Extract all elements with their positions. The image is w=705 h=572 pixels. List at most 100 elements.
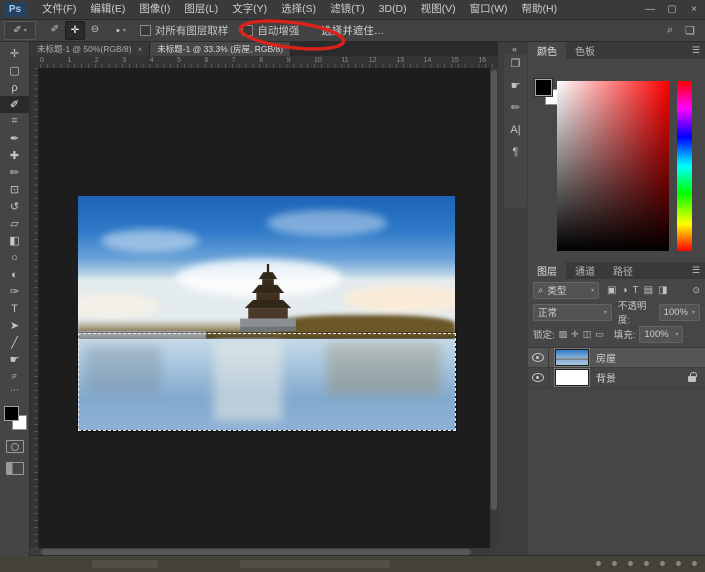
- lasso-tool[interactable]: ρ: [0, 79, 29, 96]
- tab-color[interactable]: 颜色: [528, 42, 566, 59]
- filter-adjustment-layers-icon[interactable]: ◑: [621, 285, 627, 296]
- auto-enhance-label: 自动增强: [257, 23, 299, 38]
- chevron-down-icon: ▾: [604, 309, 607, 316]
- pen-tool[interactable]: ✑: [0, 283, 29, 300]
- layer-row-background[interactable]: 背景: [528, 368, 705, 388]
- history-brush-tool[interactable]: ↺: [0, 198, 29, 215]
- type-tool[interactable]: T: [0, 300, 29, 317]
- panel-menu-icon[interactable]: ☰: [692, 42, 700, 59]
- menu-item-8[interactable]: 视图(V): [414, 0, 463, 19]
- layer-visibility-toggle[interactable]: [528, 348, 549, 367]
- menu-item-0[interactable]: 文件(F): [35, 0, 83, 19]
- tab-swatches[interactable]: 色板: [566, 42, 604, 59]
- dodge-tool[interactable]: ◐: [0, 266, 29, 283]
- menu-item-7[interactable]: 3D(D): [372, 0, 414, 19]
- maximize-button[interactable]: ▢: [661, 0, 683, 19]
- workspace-switcher-icon[interactable]: ❏: [685, 24, 695, 37]
- filter-pin-icon[interactable]: ⊙: [692, 285, 700, 296]
- quick-mask-icon[interactable]: [6, 440, 24, 453]
- ruler-number: 15: [451, 57, 459, 64]
- menu-item-6[interactable]: 滤镜(T): [323, 0, 371, 19]
- brush-tool[interactable]: ✏: [0, 164, 29, 181]
- lock-artboard-icon[interactable]: ▭: [595, 329, 604, 340]
- edit-toolbar-icon[interactable]: ⋯: [10, 385, 19, 399]
- lock-pixels-icon[interactable]: ✛: [571, 329, 579, 340]
- menu-item-4[interactable]: 文字(Y): [225, 0, 274, 19]
- vertical-scrollbar[interactable]: [490, 68, 498, 548]
- new-selection-icon[interactable]: ✐: [46, 21, 64, 38]
- crop-tool[interactable]: ⌗: [0, 113, 29, 130]
- auto-enhance-checkbox[interactable]: 自动增强: [242, 23, 299, 38]
- layer-filter-type-dropdown[interactable]: ⌕ 类型 ▾: [533, 282, 599, 299]
- foreground-color-swatch[interactable]: [4, 406, 19, 421]
- properties-panel-icon[interactable]: ❐: [511, 58, 521, 70]
- tab-paths[interactable]: 路径: [604, 262, 642, 279]
- add-to-selection-icon[interactable]: ✛: [65, 21, 85, 40]
- learn-panel-icon[interactable]: ☛: [511, 80, 521, 92]
- layers-panel: 图层 通道 路径 ☰ ⌕ 类型 ▾ ▣◑T▤◨ ⊙ 正常: [528, 262, 705, 556]
- sample-all-layers-checkbox[interactable]: 对所有图层取样: [140, 23, 229, 38]
- fill-input[interactable]: 100% ▾: [639, 326, 683, 343]
- panel-menu-icon[interactable]: ☰: [692, 262, 700, 279]
- layer-visibility-toggle[interactable]: [528, 368, 549, 387]
- vertical-ruler: [30, 68, 39, 548]
- collapse-panels-icon[interactable]: «: [512, 44, 517, 54]
- hand-tool[interactable]: ☛: [0, 351, 29, 368]
- gradient-tool[interactable]: ◧: [0, 232, 29, 249]
- ruler-number: 9: [287, 57, 291, 64]
- marquee-tool[interactable]: ▢: [0, 62, 29, 79]
- tool-preset-picker[interactable]: ✐ ▾: [4, 21, 36, 40]
- filter-group-layers-icon[interactable]: ▤: [644, 285, 653, 296]
- blur-tool[interactable]: ○: [0, 249, 29, 266]
- layer-row-house[interactable]: 房屋: [528, 348, 705, 368]
- ruler-number: 5: [177, 57, 181, 64]
- line-tool[interactable]: ╱: [0, 334, 29, 351]
- move-tool[interactable]: ✛: [0, 45, 29, 62]
- blend-mode-dropdown[interactable]: 正常 ▾: [533, 304, 612, 321]
- document-tab[interactable]: 未标题-1 @ 50%(RGB/8) ×: [30, 42, 150, 56]
- search-icon[interactable]: ⌕: [667, 24, 673, 37]
- lock-position-icon[interactable]: ◫: [583, 329, 592, 340]
- menu-item-9[interactable]: 窗口(W): [463, 0, 515, 19]
- menu-item-5[interactable]: 选择(S): [274, 0, 323, 19]
- menu-item-2[interactable]: 图像(I): [132, 0, 177, 19]
- bottom-taskbar-strip: [0, 555, 705, 572]
- select-and-mask-button[interactable]: 选择并遮住…: [315, 21, 390, 40]
- healing-brush-tool[interactable]: ✚: [0, 147, 29, 164]
- close-button[interactable]: ×: [683, 0, 705, 19]
- clone-stamp-tool[interactable]: ⊡: [0, 181, 29, 198]
- close-tab-icon[interactable]: ×: [138, 45, 143, 54]
- filter-type-layers-icon[interactable]: T: [633, 285, 639, 296]
- menu-item-1[interactable]: 编辑(E): [83, 0, 132, 19]
- brush-size-picker[interactable]: • ▾: [116, 25, 126, 37]
- menu-item-3[interactable]: 图层(L): [177, 0, 225, 19]
- saturation-brightness-picker[interactable]: [557, 81, 669, 251]
- quick-selection-tool[interactable]: ✐: [0, 96, 29, 113]
- tab-layers[interactable]: 图层: [528, 262, 566, 279]
- filter-smart-object-icon[interactable]: ◨: [658, 285, 667, 296]
- foreground-color-swatch[interactable]: [535, 79, 552, 96]
- document-tab-active[interactable]: 未标题-1 @ 33.3% (房屋, RGB/8): [150, 42, 291, 56]
- menu-item-10[interactable]: 帮助(H): [515, 0, 565, 19]
- ruler-number: 16: [478, 57, 486, 64]
- screen-mode-icon[interactable]: [6, 462, 24, 475]
- eyedropper-tool[interactable]: ✒: [0, 130, 29, 147]
- layer-thumbnail[interactable]: [555, 369, 589, 386]
- ruler-number: 8: [259, 57, 263, 64]
- brushes-panel-icon[interactable]: ✏: [511, 102, 520, 114]
- paragraph-panel-icon[interactable]: ¶: [513, 146, 519, 158]
- hue-slider[interactable]: [677, 81, 692, 251]
- minimize-button[interactable]: —: [639, 0, 661, 19]
- zoom-tool[interactable]: ⌕: [0, 368, 29, 385]
- layer-thumbnail[interactable]: [555, 349, 589, 366]
- lock-transparent-icon[interactable]: ▨: [559, 329, 568, 340]
- path-select-tool[interactable]: ➤: [0, 317, 29, 334]
- opacity-input[interactable]: 100% ▾: [659, 304, 700, 321]
- sample-all-layers-label: 对所有图层取样: [155, 23, 229, 38]
- filter-pixel-layers-icon[interactable]: ▣: [607, 285, 616, 296]
- tab-channels[interactable]: 通道: [566, 262, 604, 279]
- subtract-from-selection-icon[interactable]: ⊖: [86, 21, 104, 38]
- eraser-tool[interactable]: ▱: [0, 215, 29, 232]
- chevron-down-icon: ▾: [692, 309, 695, 316]
- character-panel-icon[interactable]: A|: [510, 124, 520, 136]
